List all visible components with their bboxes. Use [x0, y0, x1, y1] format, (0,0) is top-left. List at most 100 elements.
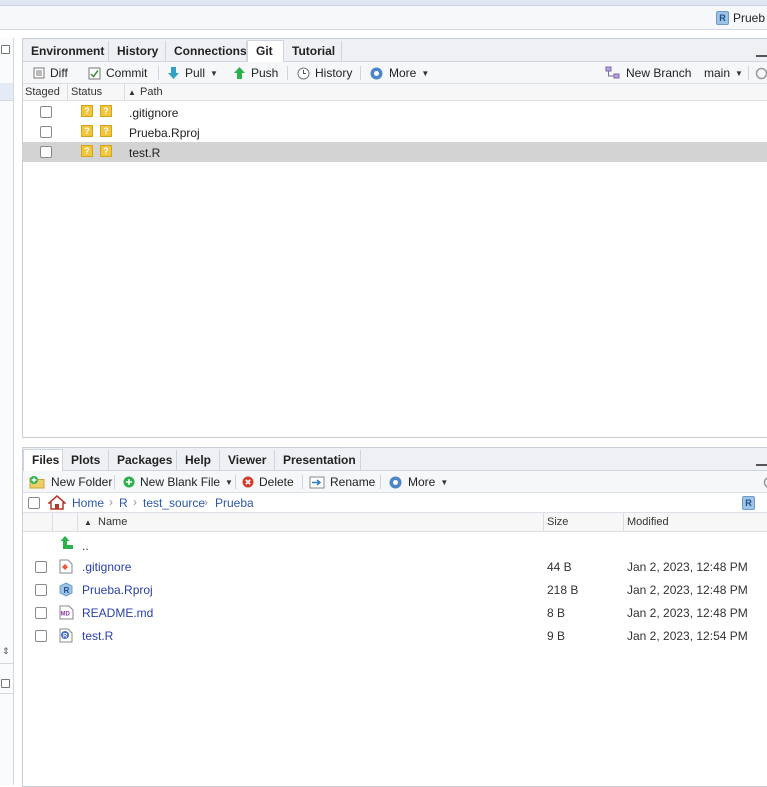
select-all-checkbox[interactable]	[28, 497, 40, 509]
files-more-button[interactable]: More ▼	[388, 474, 448, 490]
file-name-link[interactable]: test.R	[82, 629, 113, 643]
tab-viewer[interactable]: Viewer	[220, 450, 275, 471]
staged-checkbox[interactable]	[40, 146, 52, 158]
new-folder-label: New Folder	[51, 475, 112, 489]
rproj-icon: R	[716, 11, 729, 25]
tab-plots[interactable]: Plots	[63, 450, 109, 471]
file-modified: Jan 2, 2023, 12:48 PM	[627, 606, 748, 620]
sort-asc-icon: ▲	[128, 88, 136, 97]
col-staged[interactable]: Staged	[25, 86, 60, 98]
breadcrumb-test-source[interactable]: test_source	[143, 496, 205, 510]
push-label: Push	[251, 66, 278, 80]
rproj-icon: R	[59, 582, 73, 597]
status-badge: ?	[81, 105, 93, 117]
git-row[interactable]: ??test.R	[23, 142, 767, 162]
file-row[interactable]: Rtest.R9 BJan 2, 2023, 12:54 PM	[23, 625, 767, 647]
diff-label: Diff	[50, 66, 68, 80]
staged-checkbox[interactable]	[40, 126, 52, 138]
col-size[interactable]: Size	[547, 516, 568, 528]
pull-button[interactable]: Pull ▼	[167, 65, 218, 81]
history-label: History	[315, 66, 352, 80]
breadcrumb: Home › R › test_source › Prueba R	[23, 493, 767, 513]
col-path[interactable]: Path	[140, 86, 163, 98]
diff-icon	[33, 67, 45, 79]
diff-button[interactable]: Diff	[33, 65, 68, 81]
col-modified[interactable]: Modified	[627, 516, 669, 528]
branch-icon	[605, 66, 621, 80]
scroll-arrows-icon[interactable]: ⇕	[2, 646, 10, 657]
minimize-icon[interactable]	[756, 48, 767, 57]
maximize-icon[interactable]	[1, 45, 10, 54]
file-name-link[interactable]: .gitignore	[82, 560, 131, 574]
new-branch-button[interactable]: New Branch	[605, 65, 691, 81]
breadcrumb-r[interactable]: R	[119, 496, 128, 510]
commit-button[interactable]: Commit	[88, 65, 147, 81]
tab-git[interactable]: Git	[247, 40, 284, 62]
tab-environment[interactable]: Environment	[23, 41, 109, 62]
file-row[interactable]: MDREADME.md8 BJan 2, 2023, 12:48 PM	[23, 602, 767, 624]
file-checkbox[interactable]	[35, 607, 47, 619]
file-row[interactable]: RPrueba.Rproj218 BJan 2, 2023, 12:48 PM	[23, 579, 767, 601]
refresh-icon	[763, 476, 767, 489]
tab-tutorial[interactable]: Tutorial	[284, 41, 342, 62]
file-row[interactable]: .gitignore44 BJan 2, 2023, 12:48 PM	[23, 556, 767, 578]
up-arrow-icon	[60, 535, 74, 550]
pull-label: Pull	[185, 66, 205, 80]
file-checkbox[interactable]	[35, 584, 47, 596]
git-path: .gitignore	[129, 106, 178, 120]
tab-help[interactable]: Help	[177, 450, 220, 471]
tab-packages[interactable]: Packages	[109, 450, 177, 471]
rename-button[interactable]: Rename	[309, 474, 375, 490]
git-row[interactable]: ??Prueba.Rproj	[23, 122, 767, 142]
maximize-icon[interactable]	[1, 679, 10, 688]
files-pane-tabs: Files Plots Packages Help Viewer Present…	[23, 448, 767, 471]
file-checkbox[interactable]	[35, 561, 47, 573]
rename-icon	[309, 476, 325, 489]
breadcrumb-home[interactable]: Home	[72, 496, 104, 510]
tab-history[interactable]: History	[109, 41, 166, 62]
status-badge: ?	[81, 125, 93, 137]
git-path: Prueba.Rproj	[129, 126, 200, 140]
branch-dropdown[interactable]: main ▼	[704, 65, 743, 81]
minimize-icon[interactable]	[756, 457, 767, 466]
svg-text:R: R	[64, 586, 70, 595]
tab-connections[interactable]: Connections	[166, 41, 247, 62]
push-button[interactable]: Push	[233, 65, 278, 81]
tab-files[interactable]: Files	[23, 449, 63, 471]
file-modified: Jan 2, 2023, 12:48 PM	[627, 560, 748, 574]
status-badge: ?	[81, 145, 93, 157]
git-pane: Environment History Connections Git Tuto…	[22, 38, 767, 438]
file-name-link[interactable]: README.md	[82, 606, 153, 620]
history-button[interactable]: History	[297, 65, 352, 81]
refresh-button[interactable]	[755, 65, 767, 81]
breadcrumb-prueba[interactable]: Prueba	[215, 496, 254, 510]
home-icon[interactable]	[48, 495, 66, 510]
git-row[interactable]: ??.gitignore	[23, 102, 767, 122]
project-menu[interactable]: R Prueb	[716, 11, 765, 25]
file-name-link[interactable]: Prueba.Rproj	[82, 583, 153, 597]
more-button[interactable]: More ▼	[369, 65, 429, 81]
go-to-project-icon[interactable]: R	[742, 496, 755, 510]
delete-label: Delete	[259, 475, 294, 489]
add-icon	[123, 476, 135, 488]
svg-text:MD: MD	[61, 612, 71, 618]
more-dropdown-icon: ▼	[421, 69, 429, 78]
col-status[interactable]: Status	[71, 86, 102, 98]
files-refresh-button[interactable]	[763, 474, 767, 490]
new-folder-button[interactable]: New Folder	[29, 474, 112, 490]
commit-label: Commit	[106, 66, 147, 80]
col-name[interactable]: Name	[98, 516, 127, 528]
file-checkbox[interactable]	[35, 630, 47, 642]
delete-button[interactable]: Delete	[242, 474, 294, 490]
staged-checkbox[interactable]	[40, 106, 52, 118]
pull-dropdown-icon[interactable]: ▼	[210, 69, 218, 78]
tab-presentation[interactable]: Presentation	[275, 450, 361, 471]
new-blank-file-button[interactable]: New Blank File ▼	[123, 474, 233, 490]
branch-name: main	[704, 66, 730, 80]
project-bar: R Prueb	[0, 6, 767, 30]
breadcrumb-separator-icon: ›	[133, 495, 137, 509]
files-pane: Files Plots Packages Help Viewer Present…	[22, 447, 767, 787]
refresh-icon	[755, 67, 767, 80]
new-blank-file-label: New Blank File	[140, 475, 220, 489]
parent-dir-row[interactable]: ..	[23, 533, 767, 555]
